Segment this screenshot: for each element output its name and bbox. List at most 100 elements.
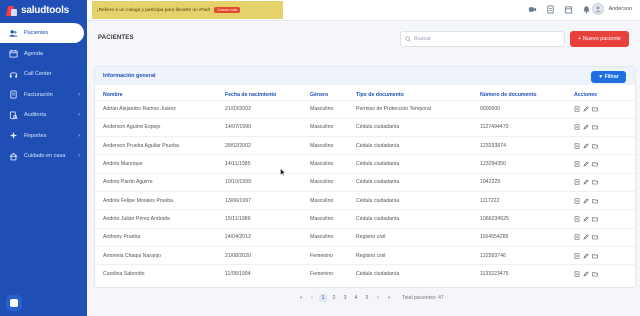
folder-icon[interactable]	[592, 271, 598, 277]
user-menu[interactable]: Anderson	[592, 3, 632, 15]
table-row[interactable]: Antonela Chaqui Naranjo 21/08/2020 Femenin…	[95, 245, 635, 265]
folder-icon[interactable]	[592, 179, 598, 185]
sidebar-item-cuidado-en-casa[interactable]: Cuidado en casa ›	[0, 146, 87, 166]
view-document-icon[interactable]	[574, 252, 580, 259]
patients-card: Información general ▼ Filtrar Nombre Fech…	[94, 66, 636, 288]
user-name: Anderson	[608, 6, 632, 12]
sidebar-item-label: Call Center	[24, 71, 52, 77]
column-header: Fecha de nacimiento	[225, 92, 277, 99]
row-actions	[574, 136, 635, 155]
table-cell: Andrés Manrique	[95, 154, 225, 174]
folder-icon[interactable]	[592, 124, 598, 130]
view-document-icon[interactable]	[574, 271, 580, 277]
row-actions	[574, 117, 635, 137]
table-cell: 14/07/1990	[225, 117, 310, 137]
view-document-icon[interactable]	[574, 234, 580, 241]
table-row[interactable]: Andrés Pardo Aguirre 10/10/1999 Masculino C…	[95, 172, 635, 192]
chat-button[interactable]	[6, 295, 22, 311]
table-row[interactable]: Anthony Prueba 24/04/2012 Masculino Registr…	[95, 227, 635, 247]
page-button[interactable]: 5	[363, 294, 371, 302]
edit-icon[interactable]	[583, 216, 589, 222]
filter-button[interactable]: ▼ Filtrar	[591, 71, 626, 83]
prev-page-button[interactable]: ‹	[308, 294, 316, 302]
edit-icon[interactable]	[583, 234, 589, 240]
sidebar-item-call-center[interactable]: Call Center	[0, 64, 87, 84]
table-row[interactable]: Andrés Julián Pérez Andrade 15/11/1986 Mas…	[95, 209, 635, 229]
table-row[interactable]: Andrés Felipe Morales Prueba 13/06/1997 Ma…	[95, 190, 635, 210]
sidebar-item-auditor-a[interactable]: Auditoría ›	[0, 105, 87, 125]
view-document-icon[interactable]	[574, 197, 580, 204]
calendar-icon[interactable]	[564, 5, 573, 14]
column-header: Tipo de documento	[356, 92, 404, 99]
sidebar-item-pacientes[interactable]: Pacientes	[0, 23, 84, 43]
view-document-icon[interactable]	[574, 216, 580, 222]
view-document-icon[interactable]	[574, 124, 580, 131]
edit-icon[interactable]	[583, 179, 589, 185]
first-page-button[interactable]: «	[297, 294, 305, 302]
page-button[interactable]: 3	[341, 294, 349, 302]
folder-icon[interactable]	[592, 216, 598, 222]
row-actions	[574, 245, 635, 265]
edit-icon[interactable]	[583, 271, 589, 277]
user-icon	[595, 6, 602, 13]
search-input[interactable]: Buscar	[400, 31, 565, 47]
edit-icon[interactable]	[583, 143, 589, 149]
view-document-icon[interactable]	[574, 142, 580, 149]
edit-icon[interactable]	[583, 252, 589, 259]
table-cell: Andrés Felipe Morales Prueba	[95, 190, 225, 210]
view-document-icon[interactable]	[574, 179, 580, 186]
table-cell: 15/11/1986	[225, 209, 310, 229]
table-row[interactable]: Anderson Aguirre Espejo 14/07/1990 Masculi…	[95, 117, 635, 137]
table-cell: Cédula ciudadanía	[356, 209, 480, 229]
table-cell: 13/06/1997	[225, 190, 310, 210]
app-logo[interactable]: saludtools	[0, 0, 87, 21]
column-header: Género	[310, 92, 329, 99]
sidebar-item-label: Pacientes	[24, 30, 49, 36]
last-page-button[interactable]: »	[385, 294, 393, 302]
table-cell: 1164554285	[480, 227, 574, 247]
avatar	[592, 3, 605, 15]
edit-icon[interactable]	[583, 106, 589, 112]
folder-icon[interactable]	[592, 143, 598, 149]
app-name: saludtools	[21, 5, 70, 16]
column-header: Acciones	[574, 92, 598, 99]
sidebar-item-label: Facturación	[24, 91, 53, 98]
table-row[interactable]: Adrián Alejandro Ramos Juárez 21/03/2002 M…	[95, 99, 635, 119]
new-patient-button[interactable]: + Nuevo paciente	[570, 31, 629, 47]
search-icon	[405, 36, 411, 42]
view-document-icon[interactable]	[574, 161, 580, 167]
table-cell: Anderson Aguirre Espejo	[95, 117, 225, 137]
table-cell: Carolina Saborido	[95, 264, 225, 283]
promo-cta-button[interactable]: Conoce más	[214, 7, 241, 13]
sidebar-item-reportes[interactable]: Reportes ›	[0, 126, 87, 146]
audit-icon	[9, 110, 18, 120]
column-header: Nombre	[103, 92, 123, 99]
bell-icon[interactable]	[582, 5, 591, 14]
page-button[interactable]: 1	[319, 294, 327, 302]
folder-icon[interactable]	[592, 106, 598, 112]
folder-icon[interactable]	[592, 253, 598, 259]
table-row[interactable]: Andrés Manrique 14/11/1985 Masculino Cédula…	[95, 154, 635, 174]
table-body: Adrián Alejandro Ramos Juárez 21/03/2002 M…	[95, 99, 635, 283]
video-icon[interactable]	[528, 5, 537, 14]
mouse-cursor-icon	[280, 168, 286, 176]
table-row[interactable]: Anderson Prueba Aguilar Prueba 28/02/2002…	[95, 136, 635, 155]
edit-icon[interactable]	[583, 124, 589, 130]
next-page-button[interactable]: ›	[374, 294, 382, 302]
edit-icon[interactable]	[583, 198, 589, 204]
sidebar: saludtools Pacientes Agenda Call Center Fac…	[0, 0, 87, 316]
folder-icon[interactable]	[592, 161, 598, 167]
pagination: «‹ 1 2 3 4 5 ›» Total pacientes: 47	[297, 294, 444, 302]
page-button[interactable]: 4	[352, 294, 360, 302]
folder-icon[interactable]	[592, 198, 598, 204]
table-row[interactable]: Carolina Saborido 11/09/1994 Femenino Cédul…	[95, 264, 635, 283]
table-cell: Permiso de Protección Temporal	[356, 99, 480, 119]
edit-icon[interactable]	[583, 161, 589, 167]
document-icon[interactable]	[546, 5, 555, 14]
folder-icon[interactable]	[592, 234, 598, 240]
view-document-icon[interactable]	[574, 106, 580, 112]
sidebar-item-agenda[interactable]: Agenda	[0, 44, 87, 64]
promo-banner[interactable]: ¡Refiere a un colega y participa para ll…	[92, 1, 283, 19]
sidebar-item-facturaci-n[interactable]: Facturación ›	[0, 85, 87, 105]
page-button[interactable]: 2	[330, 294, 338, 302]
